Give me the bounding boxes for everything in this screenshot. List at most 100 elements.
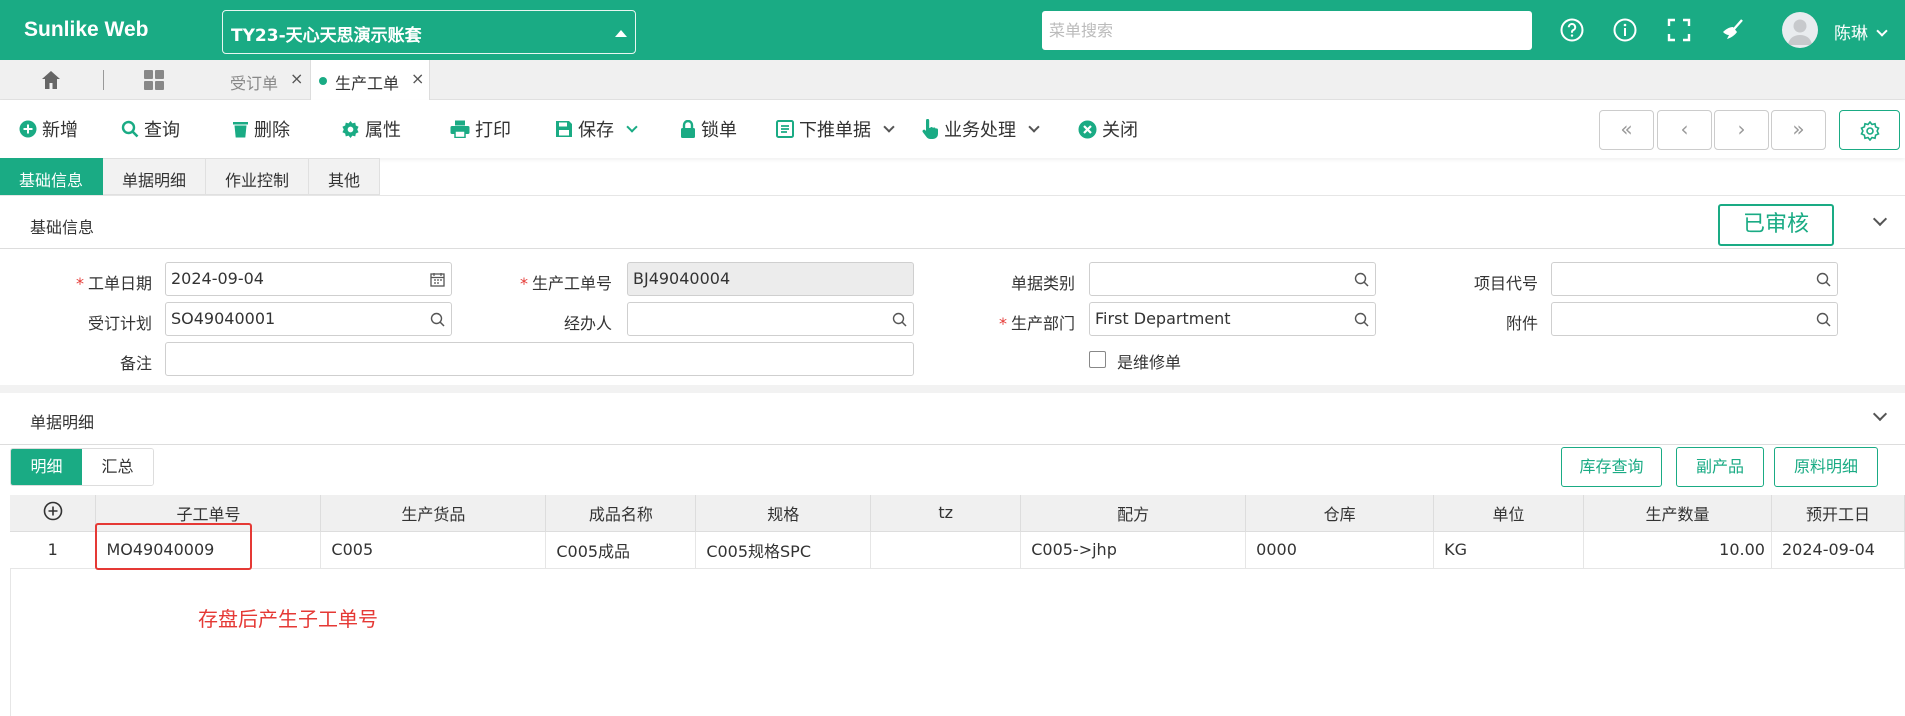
first-record-button[interactable]: « [1599, 110, 1654, 150]
repair-checkbox[interactable] [1089, 351, 1106, 368]
tab-work-order[interactable]: 生产工单 × [310, 60, 430, 100]
table-row[interactable]: 1 MO49040009 C005 C005成品 C005规格SPC C005-… [10, 531, 1905, 569]
tab-document-detail[interactable]: 单据明细 [103, 158, 207, 195]
delete-label: 删除 [254, 120, 290, 141]
tab-basic-info[interactable]: 基础信息 [0, 158, 104, 195]
delete-button[interactable]: 删除 [232, 116, 290, 142]
query-button[interactable]: 查询 [121, 116, 180, 142]
order-plan-field[interactable]: SO49040001 [165, 302, 452, 336]
chevron-down-icon[interactable] [626, 120, 638, 133]
cell-qty[interactable]: 10.00 [1583, 531, 1772, 569]
tab-job-control[interactable]: 作业控制 [206, 158, 310, 195]
order-plan-label: 受订计划 [87, 314, 152, 333]
close-circle-icon [1078, 120, 1097, 138]
lock-button[interactable]: 锁单 [680, 116, 737, 142]
close-icon[interactable]: × [411, 69, 424, 88]
cell-warehouse[interactable]: 0000 [1245, 531, 1435, 569]
calendar-icon[interactable] [430, 272, 445, 287]
doc-type-label: 单据类别 [1010, 274, 1075, 293]
attachment-field[interactable] [1551, 302, 1838, 336]
help-icon[interactable] [1559, 17, 1585, 43]
detail-subtabs: 明细 汇总 [10, 448, 154, 486]
cell-spec[interactable]: C005规格SPC [695, 531, 872, 569]
column-header[interactable]: 预开工日 [1771, 495, 1905, 532]
document-tab-bar: 受订单 × 生产工单 × [0, 60, 1905, 100]
plus-circle-icon[interactable] [43, 501, 63, 521]
search-icon[interactable] [1354, 312, 1369, 327]
save-button[interactable]: 保存 [555, 116, 638, 142]
by-product-button[interactable]: 副产品 [1676, 447, 1764, 487]
column-header[interactable]: 规格 [695, 495, 872, 532]
properties-button[interactable]: 属性 [341, 116, 401, 142]
detail-header[interactable]: 单据明细 [0, 393, 1905, 445]
top-header: Sunlike Web TY23-天心天思演示账套 陈琳 [0, 0, 1905, 60]
column-header[interactable]: 配方 [1020, 495, 1247, 532]
print-button[interactable]: 打印 [450, 116, 511, 142]
business-button[interactable]: 业务处理 [922, 116, 1040, 142]
detail-table: 子工单号 生产货品 成品名称 规格 tz 配方 仓库 单位 生产数量 预开工日 … [10, 495, 1905, 569]
last-record-button[interactable]: » [1771, 110, 1826, 150]
row-index: 1 [10, 531, 97, 569]
cell-name[interactable]: C005成品 [545, 531, 697, 569]
home-icon[interactable] [40, 69, 62, 91]
column-header[interactable]: 生产货品 [320, 495, 547, 532]
add-row-header[interactable] [10, 495, 97, 532]
status-badge: 已审核 [1718, 204, 1834, 246]
settings-button[interactable] [1839, 110, 1900, 150]
doc-type-field[interactable] [1089, 262, 1376, 296]
chevron-down-icon[interactable] [1028, 120, 1040, 133]
user-name[interactable]: 陈琳 [1834, 19, 1868, 44]
tab-order[interactable]: 受订单 × [218, 60, 310, 100]
tab-summary[interactable]: 汇总 [82, 449, 153, 485]
department-field[interactable]: First Department [1089, 302, 1376, 336]
project-field[interactable] [1551, 262, 1838, 296]
cell-start-date[interactable]: 2024-09-04 [1771, 531, 1905, 569]
cell-product[interactable]: C005 [320, 531, 547, 569]
search-icon[interactable] [1354, 272, 1369, 287]
print-label: 打印 [475, 120, 511, 141]
close-icon[interactable]: × [290, 69, 303, 88]
remark-field[interactable] [165, 342, 914, 376]
work-date-field[interactable]: 2024-09-04 [165, 262, 452, 296]
column-header[interactable]: 成品名称 [545, 495, 697, 532]
search-icon[interactable] [1816, 272, 1831, 287]
material-detail-button[interactable]: 原料明细 [1774, 447, 1878, 487]
chevron-down-icon[interactable] [1872, 406, 1888, 422]
handler-label: 经办人 [563, 314, 612, 333]
stock-query-button[interactable]: 库存查询 [1561, 447, 1662, 487]
column-header[interactable]: 生产数量 [1583, 495, 1772, 532]
chevron-down-icon[interactable] [1876, 25, 1888, 37]
tab-other[interactable]: 其他 [309, 158, 381, 195]
account-selector[interactable]: TY23-天心天思演示账套 [222, 10, 636, 54]
cell-formula[interactable]: C005->jhp [1020, 531, 1247, 569]
search-icon[interactable] [1816, 312, 1831, 327]
dashboard-grid-icon[interactable] [143, 69, 165, 91]
next-record-button[interactable]: › [1714, 110, 1769, 150]
push-down-button[interactable]: 下推单据 [776, 116, 895, 142]
fullscreen-icon[interactable] [1666, 17, 1692, 43]
column-header[interactable]: tz [870, 495, 1022, 532]
work-no-label: * 生产工单号 [519, 274, 612, 293]
handler-field[interactable] [627, 302, 914, 336]
chevron-down-icon[interactable] [1872, 211, 1888, 227]
column-header[interactable]: 仓库 [1245, 495, 1435, 532]
table-header-row: 子工单号 生产货品 成品名称 规格 tz 配方 仓库 单位 生产数量 预开工日 [10, 495, 1905, 532]
close-button[interactable]: 关闭 [1078, 116, 1138, 142]
search-icon[interactable] [892, 312, 907, 327]
basic-info-header[interactable]: 基础信息 [0, 197, 1905, 249]
divider [103, 70, 104, 90]
search-icon[interactable] [430, 312, 445, 327]
column-header[interactable]: 单位 [1433, 495, 1585, 532]
avatar[interactable] [1782, 12, 1818, 48]
chevron-down-icon[interactable] [883, 120, 895, 133]
prev-record-button[interactable]: ‹ [1657, 110, 1712, 150]
tab-detail[interactable]: 明细 [11, 449, 82, 485]
close-label: 关闭 [1102, 120, 1138, 141]
broom-icon[interactable] [1720, 17, 1746, 43]
save-label: 保存 [578, 120, 614, 141]
info-icon[interactable] [1612, 17, 1638, 43]
new-button[interactable]: 新增 [19, 116, 78, 142]
menu-search-input[interactable] [1042, 11, 1532, 50]
cell-tz[interactable] [870, 531, 1022, 569]
cell-unit[interactable]: KG [1433, 531, 1585, 569]
